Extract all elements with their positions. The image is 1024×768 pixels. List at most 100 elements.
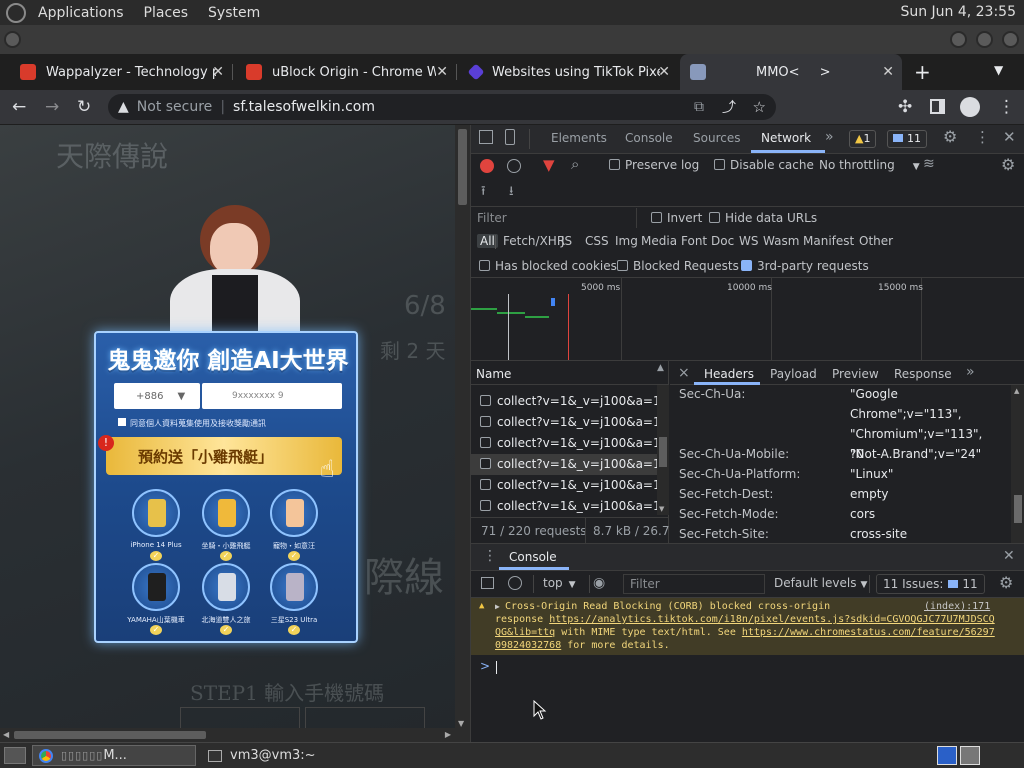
- type-filter-css[interactable]: CSS: [585, 234, 609, 248]
- tab-mmo[interactable]: MMO< > ✕: [680, 54, 902, 90]
- share-icon[interactable]: ⤴: [722, 97, 736, 117]
- request-row[interactable]: collect?v=1&_v=j100&a=172.: [471, 454, 657, 475]
- phone-input[interactable]: 9xxxxxxx 9: [202, 383, 342, 409]
- menu-applications[interactable]: Applications: [38, 5, 124, 21]
- country-code-select[interactable]: +886 ▼: [114, 383, 200, 409]
- console-prompt-area[interactable]: >: [471, 656, 1024, 742]
- drawer-menu-icon[interactable]: ⋮: [483, 548, 497, 564]
- scroll-right-icon[interactable]: ▶: [445, 730, 451, 739]
- tab-payload[interactable]: Payload: [770, 367, 817, 381]
- close-tab-icon[interactable]: ✕: [658, 64, 670, 80]
- window-menu-button[interactable]: [4, 31, 21, 48]
- consent-checkbox[interactable]: [118, 418, 126, 426]
- header-value[interactable]: cross-site: [850, 524, 1000, 543]
- request-row[interactable]: collect?v=1&_v=j100&a=172.: [471, 433, 657, 454]
- settings-gear-icon[interactable]: ⚙: [943, 127, 957, 146]
- kebab-menu-icon[interactable]: ⋮: [975, 128, 990, 146]
- omnibox[interactable]: ▲ Not secure | sf.talesofwelkin.com ⧉ ⤴ …: [108, 94, 776, 120]
- type-filter-other[interactable]: Other: [859, 234, 893, 248]
- tab-response[interactable]: Response: [894, 367, 952, 381]
- page-hscrollbar-thumb[interactable]: [14, 731, 206, 739]
- page-scrollbar-thumb[interactable]: [458, 129, 467, 205]
- export-har-icon[interactable]: ⭳: [509, 182, 514, 204]
- disable-cache-checkbox[interactable]: Disable cache: [714, 158, 814, 172]
- type-filter-img[interactable]: Img: [615, 234, 638, 248]
- request-row[interactable]: collect?v=1&_v=j100&a=172.: [471, 475, 657, 496]
- more-tabs-icon[interactable]: »: [825, 129, 834, 145]
- warnings-badge[interactable]: ▲1: [849, 130, 877, 148]
- consent-row[interactable]: 同意個人資料蒐集使用及接收獎勵通訊: [118, 418, 266, 429]
- sidebar-toggle-icon[interactable]: [481, 577, 494, 589]
- promo-popup[interactable]: 鬼鬼邀你 創造AI大世界 +886 ▼ 9xxxxxxx 9 同意個人資料蒐集使…: [94, 331, 358, 643]
- header-value[interactable]: cors: [850, 504, 1000, 524]
- close-tab-icon[interactable]: ✕: [212, 64, 224, 80]
- request-list-scrollbar-thumb[interactable]: [659, 437, 667, 467]
- preserve-log-checkbox[interactable]: Preserve log: [609, 158, 699, 172]
- search-icon[interactable]: ⌕: [571, 155, 579, 173]
- device-toolbar-icon[interactable]: [505, 129, 515, 145]
- minimize-button[interactable]: [950, 31, 967, 48]
- timeline-overview[interactable]: 5000 ms 10000 ms 15000 ms: [471, 278, 1024, 360]
- new-tab-button[interactable]: +: [914, 60, 931, 84]
- more-detail-tabs-icon[interactable]: »: [966, 364, 975, 380]
- network-settings-gear-icon[interactable]: ⚙: [1001, 155, 1015, 174]
- show-desktop-icon[interactable]: [4, 747, 26, 764]
- tab-network[interactable]: Network: [761, 131, 811, 145]
- tab-wappalyzer[interactable]: Wappalyzer - Technology pr ✕: [10, 54, 232, 90]
- workspace-2-icon[interactable]: [960, 746, 980, 765]
- tab-elements[interactable]: Elements: [551, 131, 607, 145]
- console-warning-message[interactable]: ▲ ▶ (index):171 Cross-Origin Read Blocki…: [471, 598, 1024, 655]
- invert-checkbox[interactable]: Invert: [651, 211, 702, 225]
- header-value[interactable]: "Linux": [850, 464, 1000, 484]
- tab-headers[interactable]: Headers: [704, 367, 754, 381]
- chrome-menu-icon[interactable]: ⋮: [998, 97, 1015, 117]
- url-text[interactable]: sf.talesofwelkin.com: [233, 99, 375, 115]
- log-levels-select[interactable]: Default levels ▼: [774, 576, 867, 590]
- request-row[interactable]: collect?v=1&_v=j100&a=172.: [471, 496, 657, 517]
- detail-scrollbar[interactable]: ▲: [1011, 385, 1024, 543]
- profile-avatar-icon[interactable]: [960, 97, 980, 117]
- close-devtools-icon[interactable]: ✕: [1003, 128, 1016, 146]
- network-conditions-icon[interactable]: ≋: [923, 156, 935, 172]
- type-filter-ws[interactable]: WS: [739, 234, 758, 248]
- maximize-button[interactable]: [976, 31, 993, 48]
- drawer-tab-console[interactable]: Console: [509, 550, 557, 564]
- page-hscrollbar[interactable]: ◀ ▶: [0, 728, 455, 742]
- security-status[interactable]: Not secure: [137, 99, 213, 115]
- side-panel-icon[interactable]: [930, 99, 945, 114]
- tab-builtwith[interactable]: Websites using TikTok Pixel ✕: [458, 54, 678, 90]
- translate-icon[interactable]: ⧉: [694, 99, 704, 115]
- warning-icon[interactable]: ▲: [118, 99, 129, 115]
- import-har-icon[interactable]: ⭱: [481, 182, 486, 204]
- type-filter-wasm[interactable]: Wasm: [763, 234, 799, 248]
- tab-console[interactable]: Console: [625, 131, 673, 145]
- detail-scrollbar-thumb[interactable]: [1014, 495, 1022, 523]
- record-icon[interactable]: [480, 159, 494, 173]
- third-party-checkbox[interactable]: 3rd-party requests: [741, 259, 869, 273]
- type-filter-manifest[interactable]: Manifest: [803, 234, 854, 248]
- type-filter-media[interactable]: Media: [641, 234, 677, 248]
- scroll-left-icon[interactable]: ◀: [3, 730, 9, 739]
- type-filter-js[interactable]: JS: [561, 234, 572, 248]
- type-filter-doc[interactable]: Doc: [711, 234, 734, 248]
- tab-preview[interactable]: Preview: [832, 367, 879, 381]
- scroll-down-icon[interactable]: ▼: [458, 719, 464, 728]
- console-settings-gear-icon[interactable]: ⚙: [999, 573, 1013, 592]
- name-column-header[interactable]: Name ▲: [471, 361, 669, 385]
- filter-icon[interactable]: ▼: [543, 156, 555, 174]
- extensions-icon[interactable]: ✣: [898, 97, 912, 117]
- clock[interactable]: Sun Jun 4, 23:55: [900, 4, 1016, 20]
- inspect-element-icon[interactable]: [479, 130, 493, 144]
- throttling-select[interactable]: No throttling ▼: [819, 158, 920, 172]
- close-window-button[interactable]: [1002, 31, 1019, 48]
- messages-badge[interactable]: 11: [887, 130, 927, 148]
- header-value[interactable]: empty: [850, 484, 1000, 504]
- close-drawer-icon[interactable]: ✕: [1003, 548, 1015, 564]
- close-tab-icon[interactable]: ✕: [436, 64, 448, 80]
- issues-button[interactable]: 11 Issues: 11: [876, 574, 985, 594]
- blocked-requests-checkbox[interactable]: Blocked Requests: [617, 259, 739, 273]
- close-detail-icon[interactable]: ×: [678, 365, 690, 381]
- close-tab-icon[interactable]: ✕: [882, 64, 894, 80]
- request-list-scrollbar[interactable]: ▼: [657, 385, 669, 515]
- reserve-button[interactable]: 預約送「小雞飛艇」: [106, 437, 342, 475]
